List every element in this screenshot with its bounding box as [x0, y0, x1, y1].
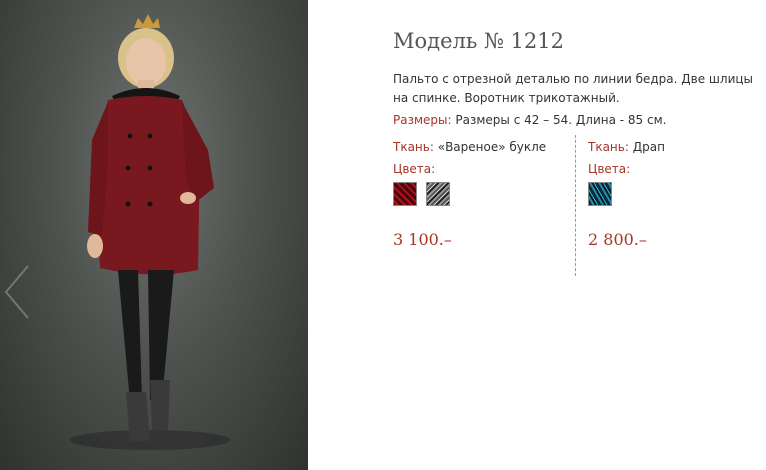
- fabric-value: «Вареное» букле: [437, 140, 547, 154]
- price: 3 100.–: [393, 230, 452, 249]
- fabric-line: Ткань: Драп: [588, 140, 766, 154]
- chevron-left-icon: [4, 265, 29, 319]
- colors-label: Цвета:: [588, 162, 631, 176]
- variant-drape: Ткань: Драп Цвета: 2 800.–: [588, 140, 766, 249]
- model-illustration: [70, 14, 230, 450]
- previous-image-button[interactable]: [2, 262, 32, 322]
- product-photo: [0, 0, 308, 470]
- sizes-label: Размеры:: [393, 113, 452, 127]
- variant-divider: [575, 135, 576, 276]
- product-sizes: Размеры: Размеры с 42 – 54. Длина - 85 с…: [393, 113, 666, 127]
- product-title: Модель № 1212: [393, 29, 564, 53]
- swatch-teal-drape[interactable]: [588, 182, 612, 206]
- color-swatches: [588, 182, 766, 208]
- swatch-gray-boucle[interactable]: [426, 182, 451, 206]
- color-swatches: [393, 182, 573, 208]
- fabric-line: Ткань: «Вареное» букле: [393, 140, 573, 154]
- fabric-label: Ткань:: [393, 140, 434, 154]
- product-description: Пальто с отрезной деталью по линии бедра…: [393, 72, 754, 105]
- fabric-label: Ткань:: [588, 140, 629, 154]
- sizes-value: Размеры с 42 – 54. Длина - 85 см.: [455, 113, 667, 127]
- colors-label: Цвета:: [393, 162, 436, 176]
- fabric-value: Драп: [632, 140, 665, 154]
- variant-boucle: Ткань: «Вареное» букле Цвета: 3 100.–: [393, 140, 573, 249]
- price: 2 800.–: [588, 230, 647, 249]
- swatch-red-boucle[interactable]: [393, 182, 417, 206]
